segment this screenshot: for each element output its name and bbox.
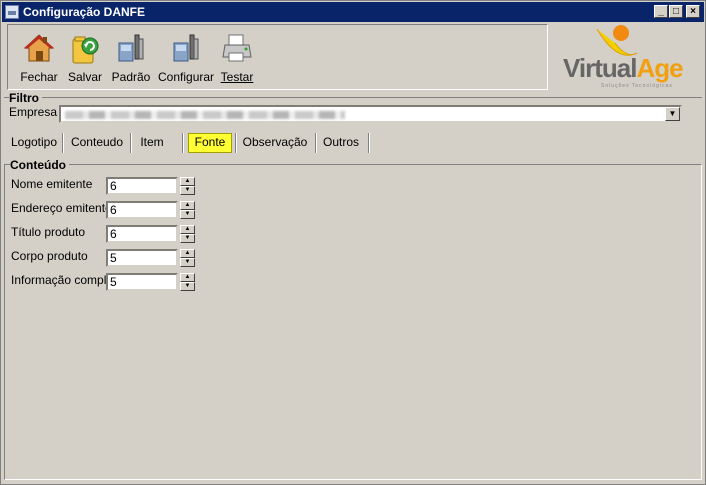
configurar-button[interactable]: Configurar [158,31,214,87]
informacao-compl-spinner[interactable]: ▲ ▼ [180,273,195,291]
informacao-compl-input[interactable]: 5 [106,273,178,291]
logo-text: VirtualAge [563,53,684,84]
default-tools-icon [113,31,149,65]
nome-emitente-spinner[interactable]: ▲ ▼ [180,177,195,195]
endereco-emitente-input[interactable]: 6 [106,201,178,219]
spin-down-icon[interactable]: ▼ [180,258,195,267]
empresa-value-blurred [65,111,345,119]
testar-label: Testar [220,70,254,84]
corpo-produto-input[interactable]: 5 [106,249,178,267]
tab-outros[interactable]: Outros [320,131,362,153]
salvar-button[interactable]: Salvar [60,31,110,87]
tab-logotipo[interactable]: Logotipo [8,131,60,153]
padrao-label: Padrão [111,70,151,84]
spin-up-icon[interactable]: ▲ [180,225,195,234]
house-icon [21,31,57,65]
spin-down-icon[interactable]: ▼ [180,282,195,291]
corpo-produto-spinner[interactable]: ▲ ▼ [180,249,195,267]
minimize-button[interactable]: _ [654,5,668,18]
chevron-down-icon[interactable]: ▼ [665,107,680,121]
tab-separator [235,133,237,153]
tab-conteudo[interactable]: Conteudo [68,131,126,153]
empresa-label: Empresa [9,105,58,119]
titulo-produto-input[interactable]: 6 [106,225,178,243]
logo-subtitle: Soluções Tecnológicas [601,83,673,89]
tab-separator [130,133,132,153]
close-button[interactable]: × [686,5,700,18]
endereco-emitente-spinner[interactable]: ▲ ▼ [180,201,195,219]
tab-observacao[interactable]: Observação [240,131,310,153]
printer-icon [219,31,255,65]
titulo-produto-spinner[interactable]: ▲ ▼ [180,225,195,243]
empresa-combobox[interactable]: ▼ [59,105,682,123]
testar-button[interactable]: Testar [212,31,262,87]
tab-separator [182,133,184,153]
tab-item[interactable]: Item [136,131,168,153]
tab-fonte[interactable]: Fonte [188,133,232,153]
informacao-compl-label: Informação compl. [11,273,110,287]
salvar-label: Salvar [67,70,102,84]
nome-emitente-label: Nome emitente [11,177,93,191]
fechar-button[interactable]: Fechar [14,31,64,87]
window-icon [5,5,19,19]
nome-emitente-input[interactable]: 6 [106,177,178,195]
spin-down-icon[interactable]: ▼ [180,186,195,195]
tab-bar: Logotipo Conteudo Item Fonte Observação … [4,131,404,155]
spin-down-icon[interactable]: ▼ [180,234,195,243]
configure-tools-icon [168,31,204,65]
spin-up-icon[interactable]: ▲ [180,273,195,282]
logo-text-main: Virtual [563,53,637,83]
window-title: Configuração DANFE [23,5,146,19]
titulo-produto-label: Título produto [11,225,86,239]
configurar-label: Configurar [158,70,215,84]
virtualage-logo: VirtualAge Soluções Tecnológicas [557,23,703,91]
maximize-button[interactable]: □ [669,5,683,18]
fechar-label: Fechar [20,70,58,84]
spin-down-icon[interactable]: ▼ [180,210,195,219]
spin-up-icon[interactable]: ▲ [180,249,195,258]
conteudo-title: Conteúdo [10,158,69,172]
corpo-produto-label: Corpo produto [11,249,88,263]
padrao-button[interactable]: Padrão [106,31,156,87]
danfe-config-window: Configuração DANFE _ □ × Fechar Salvar P… [0,0,706,485]
logo-text-accent: Age [636,53,683,83]
endereco-emitente-label: Endereço emitente [11,201,112,215]
spin-up-icon[interactable]: ▲ [180,201,195,210]
toolbar: Fechar Salvar Padrão Configurar Testar [7,24,548,90]
tab-separator [368,133,370,153]
spin-up-icon[interactable]: ▲ [180,177,195,186]
filtro-title: Filtro [9,91,42,105]
tab-separator [315,133,317,153]
title-bar: Configuração DANFE _ □ × [2,2,704,22]
save-folder-icon [67,31,103,65]
tab-separator [62,133,64,153]
